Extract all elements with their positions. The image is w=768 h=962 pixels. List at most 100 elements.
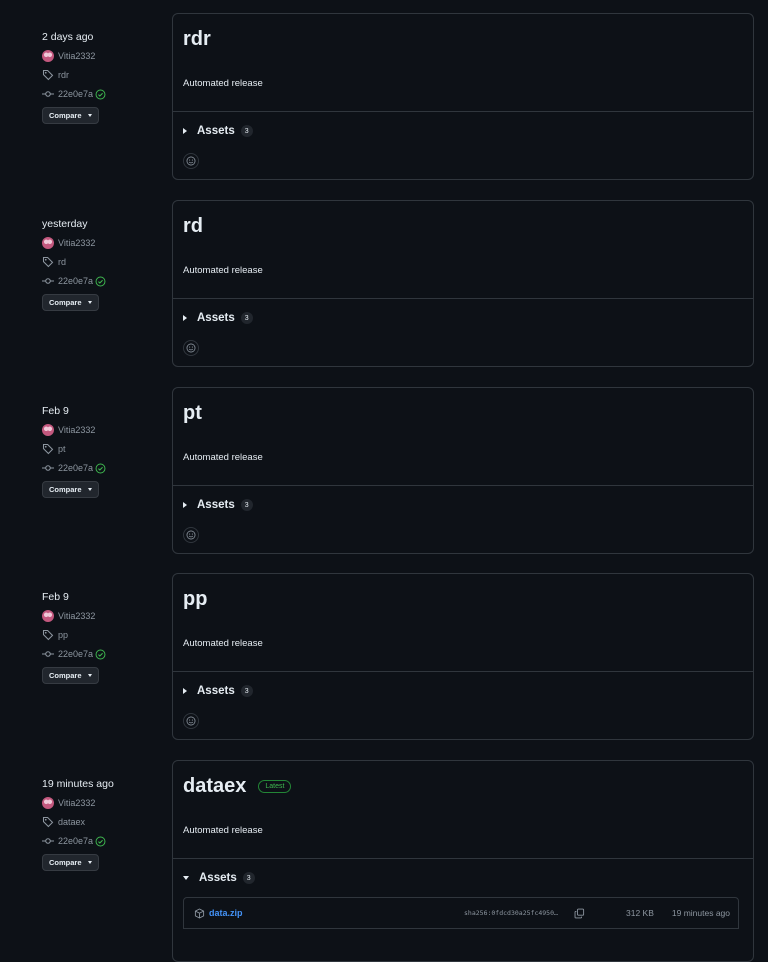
commit-sha: 22e0e7a	[58, 649, 94, 659]
asset-row: data.zip sha256:0fdcd30a25fc4950… 312 KB…	[183, 897, 739, 929]
tag-name: rdr	[58, 70, 69, 80]
add-reaction-button[interactable]	[183, 713, 199, 729]
compare-button[interactable]: Compare	[42, 481, 99, 498]
release-title-link[interactable]: rdr	[183, 28, 211, 51]
smiley-icon	[186, 156, 196, 166]
check-circle-icon	[95, 649, 106, 659]
add-reaction-button[interactable]	[183, 527, 199, 543]
release-meta: Feb 9 Vitia2332 pp 22e0e7a Compare	[42, 590, 162, 684]
author-link[interactable]: Vitia2332	[42, 236, 162, 250]
compare-button[interactable]: Compare	[42, 294, 99, 311]
release-description: Automated release	[183, 78, 263, 89]
commit-link[interactable]: 22e0e7a	[42, 647, 162, 661]
author-link[interactable]: Vitia2332	[42, 49, 162, 63]
check-circle-icon	[95, 463, 106, 473]
tag-link[interactable]: pt	[42, 442, 162, 456]
release-card: rd Automated release Assets 3	[172, 200, 754, 367]
compare-label: Compare	[49, 111, 82, 120]
release-date: Feb 9	[42, 591, 69, 603]
compare-button[interactable]: Compare	[42, 854, 99, 871]
release-description: Automated release	[183, 452, 263, 463]
release-title-link[interactable]: pp	[183, 588, 207, 611]
commit-link[interactable]: 22e0e7a	[42, 461, 162, 475]
tag-icon	[42, 256, 54, 268]
commit-icon	[42, 651, 54, 657]
compare-label: Compare	[49, 858, 82, 867]
copy-icon[interactable]	[574, 908, 585, 919]
release-card: pt Automated release Assets 3	[172, 387, 754, 554]
release-header: pt Automated release	[173, 388, 753, 486]
assets-count: 3	[242, 872, 255, 884]
caret-down-icon	[87, 114, 92, 117]
smiley-icon	[186, 343, 196, 353]
author-link[interactable]: Vitia2332	[42, 796, 162, 810]
reactions-row	[173, 710, 753, 739]
avatar	[42, 610, 54, 622]
add-reaction-button[interactable]	[183, 153, 199, 169]
check-circle-icon	[95, 276, 106, 286]
avatar	[42, 237, 54, 249]
commit-link[interactable]: 22e0e7a	[42, 274, 162, 288]
tag-name: pt	[58, 444, 66, 454]
triangle-right-icon	[183, 502, 187, 508]
release-card: pp Automated release Assets 3	[172, 573, 754, 740]
reactions-row	[173, 524, 753, 553]
assets-label: Assets	[197, 685, 235, 697]
check-circle-icon	[95, 836, 106, 846]
caret-down-icon	[87, 488, 92, 491]
smiley-icon	[186, 530, 196, 540]
release-date: 2 days ago	[42, 31, 94, 43]
asset-size: 312 KB	[626, 908, 654, 918]
tag-link[interactable]: dataex	[42, 815, 162, 829]
commit-sha: 22e0e7a	[58, 89, 94, 99]
caret-down-icon	[87, 301, 92, 304]
add-reaction-button[interactable]	[183, 340, 199, 356]
assets-toggle[interactable]: Assets 3	[173, 112, 753, 150]
triangle-right-icon	[183, 315, 187, 321]
commit-link[interactable]: 22e0e7a	[42, 87, 162, 101]
commit-link[interactable]: 22e0e7a	[42, 834, 162, 848]
package-icon	[194, 908, 205, 918]
tag-link[interactable]: rd	[42, 255, 162, 269]
author-link[interactable]: Vitia2332	[42, 423, 162, 437]
release-title-link[interactable]: pt	[183, 402, 202, 425]
avatar	[42, 424, 54, 436]
release-description: Automated release	[183, 825, 263, 836]
release-description: Automated release	[183, 638, 263, 649]
asset-sha256: sha256:0fdcd30a25fc4950…	[464, 909, 558, 917]
assets-toggle[interactable]: Assets 3	[173, 859, 753, 897]
release-title: rd	[183, 215, 203, 237]
author-link[interactable]: Vitia2332	[42, 609, 162, 623]
compare-button[interactable]: Compare	[42, 667, 99, 684]
tag-link[interactable]: pp	[42, 628, 162, 642]
avatar	[42, 797, 54, 809]
commit-icon	[42, 838, 54, 844]
check-circle-icon	[95, 89, 106, 99]
commit-sha: 22e0e7a	[58, 276, 94, 286]
release-title: pp	[183, 588, 208, 610]
assets-toggle[interactable]: Assets 3	[173, 486, 753, 524]
avatar	[42, 50, 54, 62]
latest-badge: Latest	[258, 780, 292, 793]
release-meta: Feb 9 Vitia2332 pt 22e0e7a Compare	[42, 404, 162, 498]
tag-link[interactable]: rdr	[42, 68, 162, 82]
release-title-link[interactable]: dataex Latest	[183, 775, 292, 798]
assets-label: Assets	[197, 125, 235, 137]
release-date: 19 minutes ago	[42, 778, 114, 790]
assets-toggle[interactable]: Assets 3	[173, 672, 753, 710]
release-header: rd Automated release	[173, 201, 753, 299]
assets-toggle[interactable]: Assets 3	[173, 299, 753, 337]
assets-label: Assets	[199, 872, 237, 884]
tag-name: rd	[58, 257, 67, 267]
release-title: rdr	[183, 28, 211, 50]
triangle-down-icon	[183, 876, 189, 880]
release-description: Automated release	[183, 265, 263, 276]
asset-download-link[interactable]: data.zip	[209, 908, 243, 918]
compare-label: Compare	[49, 298, 82, 307]
release-card: dataex Latest Automated release Assets 3…	[172, 760, 754, 962]
compare-button[interactable]: Compare	[42, 107, 99, 124]
assets-count: 3	[240, 312, 253, 324]
release-title-link[interactable]: rd	[183, 215, 203, 238]
commit-sha: 22e0e7a	[58, 836, 94, 846]
release-date: yesterday	[42, 218, 88, 230]
